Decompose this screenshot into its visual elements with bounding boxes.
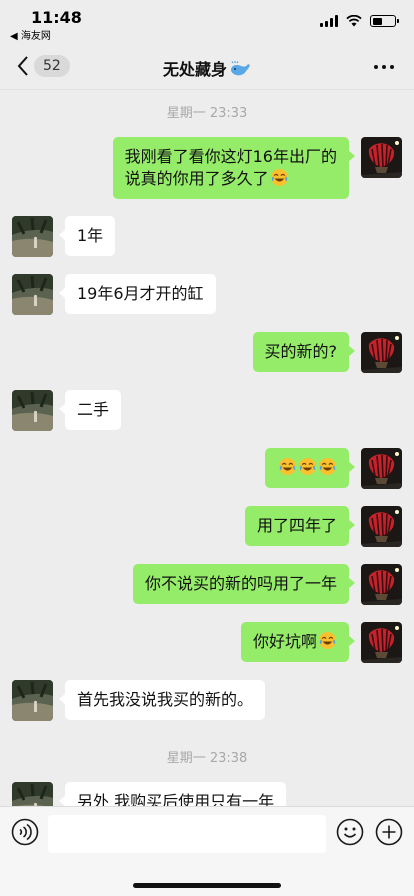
battery-level: [372, 17, 382, 25]
wifi-icon: [346, 15, 362, 27]
my-avatar[interactable]: [361, 448, 402, 489]
emoji-button[interactable]: [336, 818, 364, 846]
sent-message-bubble[interactable]: 我刚看了看你这灯16年出厂的 说真的你用了多久了: [112, 137, 356, 199]
received-message-bubble[interactable]: 1年: [58, 216, 116, 256]
whale-icon: [231, 61, 250, 76]
received-message-bubble[interactable]: 首先我没说我买的新的。: [58, 680, 266, 720]
my-avatar[interactable]: [361, 506, 402, 547]
laughing-tears-emoji-icon: [278, 457, 297, 476]
sent-message-bubble[interactable]: 用了四年了: [244, 506, 356, 546]
chat-title: 无处藏身: [0, 56, 414, 80]
voice-input-button[interactable]: [11, 818, 39, 846]
plus-icon: [375, 818, 403, 846]
message-text-input[interactable]: [48, 815, 326, 853]
smiley-icon: [336, 818, 364, 846]
laughing-tears-emoji-icon: [270, 168, 289, 187]
message-text: 说真的你用了多久了: [124, 169, 269, 188]
chat-header: 52 无处藏身: [0, 44, 414, 90]
my-avatar[interactable]: [361, 622, 402, 663]
received-message-bubble[interactable]: 19年6月才开的缸: [59, 274, 216, 314]
message-text: 买的新的?: [264, 342, 338, 361]
contact-avatar[interactable]: [12, 216, 53, 257]
more-dot-icon: [390, 65, 394, 69]
sent-message-bubble[interactable]: 买的新的?: [252, 332, 355, 372]
more-functions-button[interactable]: [375, 818, 403, 846]
contact-avatar[interactable]: [12, 680, 53, 721]
message-text: 首先我没说我买的新的。: [77, 690, 254, 709]
message-text: 我刚看了看你这灯16年出厂的: [124, 147, 337, 166]
contact-avatar[interactable]: [12, 274, 53, 315]
battery-icon: [370, 15, 399, 27]
contact-avatar[interactable]: [12, 390, 53, 431]
laughing-tears-emoji-icon: [318, 631, 337, 650]
status-icons: [320, 15, 399, 27]
status-bar: 11:48 ◀ 海友网: [0, 0, 414, 44]
message-timestamp: 星期一 23:33: [166, 106, 248, 121]
sent-emoji-bubble[interactable]: [265, 448, 355, 488]
message-input-bar: [0, 806, 414, 896]
back-to-app-link[interactable]: ◀ 海友网: [10, 27, 51, 42]
cellular-signal-icon: [320, 15, 338, 27]
message-text: 你好坑啊: [252, 632, 317, 651]
status-time: 11:48: [31, 8, 82, 27]
message-text: 用了四年了: [256, 516, 337, 535]
message-text: 你不说买的新的吗用了一年: [144, 574, 337, 593]
home-indicator: [133, 883, 281, 888]
laughing-tears-emoji-icon: [298, 457, 317, 476]
sent-message-bubble[interactable]: 你不说买的新的吗用了一年: [132, 564, 356, 604]
message-text: 二手: [77, 400, 110, 419]
my-avatar[interactable]: [361, 332, 402, 373]
message-timestamp: 星期一 23:38: [166, 751, 248, 766]
my-avatar[interactable]: [361, 137, 402, 178]
my-avatar[interactable]: [361, 564, 402, 605]
sent-message-bubble[interactable]: 你好坑啊: [240, 622, 356, 662]
chat-title-text: 无处藏身: [162, 60, 227, 79]
more-dot-icon: [382, 65, 386, 69]
laughing-tears-emoji-icon: [318, 457, 337, 476]
voice-icon: [11, 818, 39, 846]
message-text: 19年6月才开的缸: [77, 284, 204, 303]
message-text: 1年: [77, 226, 104, 245]
received-message-bubble[interactable]: 二手: [58, 390, 122, 430]
more-options-button[interactable]: [374, 65, 394, 69]
more-dot-icon: [374, 65, 378, 69]
